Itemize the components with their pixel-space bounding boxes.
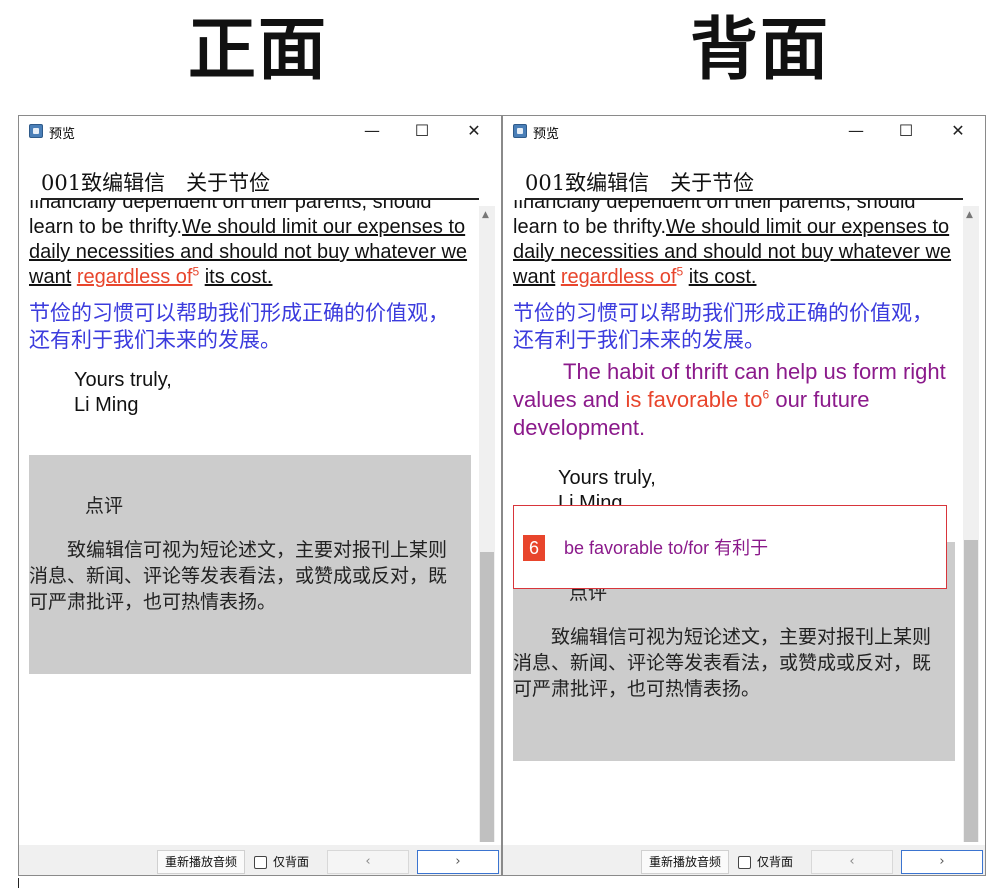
vocab-number: 5: [192, 264, 200, 279]
window-title: 预览: [533, 126, 560, 141]
title-bar[interactable]: 预览 — ☐ ✕: [503, 116, 985, 146]
maximize-button[interactable]: ☐: [883, 116, 929, 146]
popup-definition: be favorable to/for 有利于: [564, 538, 769, 558]
vocab-phrase-6[interactable]: is favorable to: [626, 387, 763, 412]
chinese-translation: 节俭的习惯可以帮助我们形成正确的价值观，还有利于我们未来的发展。: [29, 301, 449, 352]
minimize-button[interactable]: —: [833, 116, 879, 146]
replay-audio-button[interactable]: 重新播放音频: [641, 850, 729, 874]
paragraph-letter: financially dependent on their parents, …: [29, 200, 471, 290]
vocab-number-6: 6: [762, 387, 770, 402]
scroll-up-icon[interactable]: ▲: [482, 210, 489, 220]
paragraph-letter: financially dependent on their parents, …: [513, 200, 955, 290]
partial-line: financially dependent on their parents,: [29, 200, 368, 213]
content-area[interactable]: financially dependent on their parents, …: [19, 200, 477, 844]
close-button[interactable]: ✕: [935, 116, 981, 146]
closing-salutation: Yours truly,: [74, 369, 172, 391]
comment-box: 点评 致编辑信可视为短论述文，主要对报刊上某则消息、新闻、评论等发表看法，或赞成…: [29, 455, 471, 674]
vertical-scrollbar[interactable]: ▲: [479, 206, 495, 842]
content-area[interactable]: financially dependent on their parents, …: [503, 200, 961, 844]
signature: Li Ming: [74, 394, 139, 416]
comment-heading: 点评: [85, 495, 124, 517]
vocab-phrase[interactable]: regardless of: [561, 266, 677, 288]
scroll-up-icon[interactable]: ▲: [966, 210, 973, 220]
preview-window-back: 预览 — ☐ ✕ 001致编辑信 关于节俭 financially depend…: [502, 115, 986, 876]
back-only-checkbox[interactable]: [254, 856, 267, 869]
window-title: 预览: [49, 126, 76, 141]
chinese-translation: 节俭的习惯可以帮助我们形成正确的价值观，还有利于我们未来的发展。: [513, 301, 933, 352]
vocab-phrase[interactable]: regardless of: [77, 266, 193, 288]
vertical-scrollbar[interactable]: ▲: [963, 206, 979, 842]
app-icon: [513, 124, 527, 138]
comment-body: 致编辑信可视为短论述文，主要对报刊上某则消息、新闻、评论等发表看法，或赞成或反对…: [513, 626, 932, 700]
next-button[interactable]: ›: [417, 850, 499, 874]
close-button[interactable]: ✕: [451, 116, 497, 146]
text-cursor: [18, 878, 19, 888]
replay-audio-button[interactable]: 重新播放音频: [157, 850, 245, 874]
preview-window-front: 预览 — ☐ ✕ 001致编辑信 关于节俭 financially depend…: [18, 115, 502, 876]
prev-button[interactable]: ‹: [327, 850, 409, 874]
back-heading: 背面: [689, 10, 830, 90]
partial-line: financially dependent on their parents,: [513, 200, 852, 213]
underlined-text-end: its cost.: [688, 266, 757, 288]
scroll-thumb[interactable]: [964, 540, 978, 842]
vocab-popup[interactable]: 6 be favorable to/for 有利于: [513, 505, 947, 589]
bottom-toolbar: 重新播放音频 仅背面 ‹ ›: [503, 845, 985, 875]
minimize-button[interactable]: —: [349, 116, 395, 146]
closing-salutation: Yours truly,: [558, 467, 656, 489]
maximize-button[interactable]: ☐: [399, 116, 445, 146]
scroll-thumb[interactable]: [480, 552, 494, 842]
back-only-label: 仅背面: [757, 855, 794, 869]
comment-body: 致编辑信可视为短论述文，主要对报刊上某则消息、新闻、评论等发表看法，或赞成或反对…: [29, 539, 448, 613]
title-bar[interactable]: 预览 — ☐ ✕: [19, 116, 501, 146]
front-heading: 正面: [187, 10, 328, 90]
underlined-text-end: its cost.: [204, 266, 273, 288]
next-button[interactable]: ›: [901, 850, 983, 874]
prev-button[interactable]: ‹: [811, 850, 893, 874]
document-title: 001致编辑信 关于节俭: [525, 168, 963, 200]
vocab-number: 5: [676, 264, 684, 279]
popup-number-badge: 6: [523, 535, 545, 561]
bottom-toolbar: 重新播放音频 仅背面 ‹ ›: [19, 845, 501, 875]
document-title: 001致编辑信 关于节俭: [41, 168, 479, 200]
english-translation: The habit of thrift can help us form rig…: [503, 358, 955, 442]
back-only-label: 仅背面: [273, 855, 310, 869]
back-only-checkbox[interactable]: [738, 856, 751, 869]
app-icon: [29, 124, 43, 138]
